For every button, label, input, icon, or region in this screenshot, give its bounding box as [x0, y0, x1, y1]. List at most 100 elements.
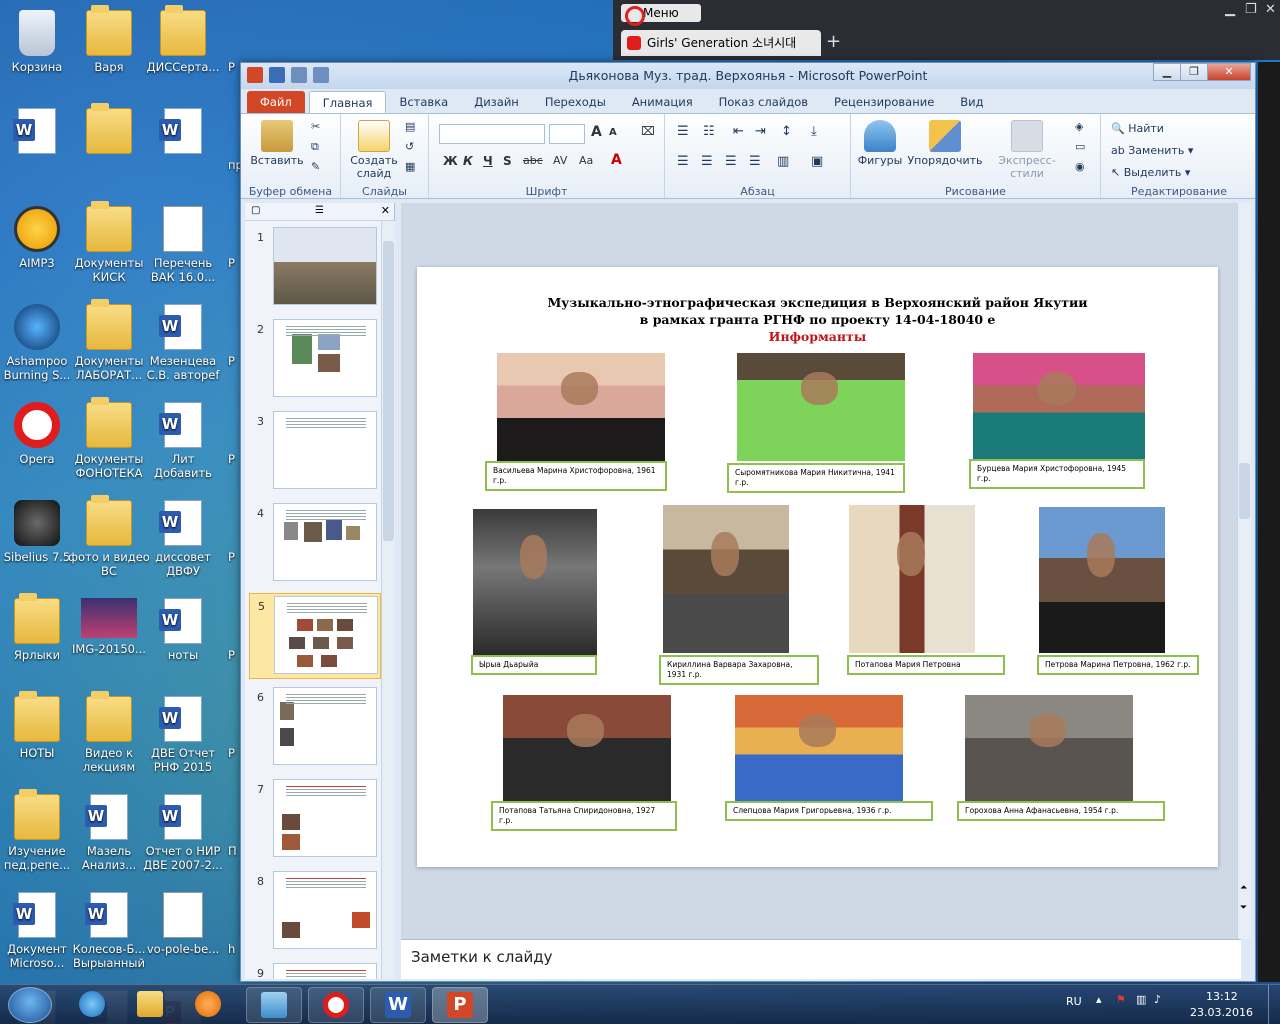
outline-tab-icon[interactable]: ☰	[315, 205, 324, 216]
language-indicator[interactable]: RU	[1066, 995, 1082, 1008]
informant-photo[interactable]	[737, 353, 905, 461]
smartart-icon[interactable]: ▣	[811, 154, 823, 169]
indent-increase-icon[interactable]: ⇥	[755, 124, 766, 139]
taskbar-word[interactable]: W	[370, 987, 426, 1023]
new-tab-button[interactable]: +	[826, 30, 841, 54]
cut-icon[interactable]: ✂	[311, 120, 320, 133]
shrink-font-icon[interactable]: A	[609, 127, 617, 138]
desktop-icon[interactable]: Opera	[0, 396, 78, 482]
desktop-icon[interactable]: Видео к лекциям	[68, 690, 150, 776]
tab-insert[interactable]: Вставка	[386, 91, 461, 113]
taskbar-powerpoint[interactable]: P	[432, 987, 488, 1023]
slide-thumbnail[interactable]: 6	[249, 685, 381, 771]
desktop-icon[interactable]	[68, 102, 150, 188]
desktop-icon[interactable]: Мезенцева С.В. авторef	[142, 298, 224, 384]
justify-icon[interactable]: ☰	[749, 154, 761, 169]
find-button[interactable]: 🔍 Найти	[1111, 122, 1164, 135]
slide-thumbnail[interactable]: 8	[249, 869, 381, 955]
indent-decrease-icon[interactable]: ⇤	[733, 124, 744, 139]
tab-transitions[interactable]: Переходы	[532, 91, 619, 113]
notes-pane[interactable]: Заметки к слайду	[401, 939, 1241, 979]
tab-slideshow[interactable]: Показ слайдов	[706, 91, 821, 113]
opera-menu-button[interactable]: Меню	[621, 4, 701, 26]
slide-thumbnail[interactable]: 5	[249, 593, 381, 679]
desktop-icon[interactable]: Изучение пед.репе...	[0, 788, 78, 874]
slide-thumbnail[interactable]: 1	[249, 225, 381, 311]
desktop-icon[interactable]: Варя	[68, 4, 150, 90]
numbering-icon[interactable]: ☷	[703, 124, 715, 139]
desktop-icon[interactable]: ДВЕ Отчет РНФ 2015	[142, 690, 224, 776]
select-button[interactable]: ↖ Выделить ▾	[1111, 166, 1190, 179]
close-pane-icon[interactable]: ✕	[381, 204, 390, 217]
italic-button[interactable]: К	[463, 154, 473, 168]
align-left-icon[interactable]: ☰	[677, 154, 689, 169]
start-button[interactable]	[8, 987, 52, 1023]
desktop-icon[interactable]: Ярлыки	[0, 592, 78, 678]
desktop-icon[interactable]: Документы ФОНОТЕКА	[68, 396, 150, 482]
desktop-icon[interactable]: vo-pole-be...	[142, 886, 224, 972]
desktop-icon[interactable]: Отчет о НИР ДВЕ 2007-2...	[142, 788, 224, 874]
replace-button[interactable]: ab Заменить ▾	[1111, 144, 1193, 157]
section-icon[interactable]: ▦	[405, 160, 415, 173]
desktop-icon[interactable]: фото и видео ВС	[68, 494, 150, 580]
desktop-icon[interactable]: AIMP3	[0, 200, 78, 286]
desktop-icon[interactable]: Документ Microso...	[0, 886, 78, 972]
tab-review[interactable]: Рецензирование	[821, 91, 947, 113]
slide-thumbnail[interactable]: 7	[249, 777, 381, 863]
thumbnails-scrollbar[interactable]	[381, 221, 395, 979]
slides-tab-icon[interactable]: ▢	[251, 205, 260, 216]
slide-thumbnail[interactable]: 3	[249, 409, 381, 495]
desktop-icon[interactable]: Корзина	[0, 4, 78, 90]
tab-home[interactable]: Главная	[308, 91, 387, 113]
change-case-button[interactable]: Aa	[579, 154, 593, 167]
taskbar-remote[interactable]	[246, 987, 302, 1023]
underline-button[interactable]: Ч	[483, 154, 493, 168]
close-icon[interactable]: ✕	[1265, 2, 1276, 17]
font-name-combo[interactable]	[439, 124, 545, 144]
editor-scroll-thumb[interactable]	[1239, 463, 1250, 519]
thumbnails-scroll-thumb[interactable]	[383, 241, 394, 541]
align-center-icon[interactable]: ☰	[701, 154, 713, 169]
shape-outline-icon[interactable]: ▭	[1075, 140, 1085, 153]
clock-time[interactable]: 13:12	[1206, 990, 1238, 1003]
tab-animation[interactable]: Анимация	[619, 91, 706, 113]
tab-file[interactable]: Файл	[247, 91, 305, 113]
shapes-button[interactable]: Фигуры	[857, 120, 903, 167]
desktop-icon[interactable]: Документы КИСК	[68, 200, 150, 286]
maximize-icon[interactable]: ❐	[1245, 2, 1257, 17]
reset-icon[interactable]: ↺	[405, 140, 414, 153]
font-color-button[interactable]: A	[611, 152, 622, 168]
shadow-button[interactable]: S	[503, 154, 512, 168]
volume-icon[interactable]: ♪	[1154, 993, 1161, 1006]
desktop-icon[interactable]: Мазель Анализ...	[68, 788, 150, 874]
bold-button[interactable]: Ж	[443, 154, 458, 168]
network-icon[interactable]: ▥	[1136, 993, 1146, 1006]
desktop-icon[interactable]: Ashampoo Burning S...	[0, 298, 78, 384]
bullets-icon[interactable]: ☰	[677, 124, 689, 139]
slide-thumbnail[interactable]: 4	[249, 501, 381, 587]
slide-thumbnail[interactable]: 2	[249, 317, 381, 403]
taskbar-opera[interactable]	[308, 987, 364, 1023]
align-right-icon[interactable]: ☰	[725, 154, 737, 169]
paste-button[interactable]: Вставить	[247, 120, 307, 167]
browser-tab[interactable]: Girls' Generation 소녀시대	[621, 30, 821, 56]
informant-photo[interactable]	[1039, 507, 1165, 653]
tray-arrow-icon[interactable]: ▴	[1096, 993, 1102, 1006]
desktop-icon[interactable]: ДИССерта...	[142, 4, 224, 90]
grow-font-icon[interactable]: A	[591, 124, 602, 140]
desktop-icon[interactable]: диссовет ДВФУ	[142, 494, 224, 580]
informant-photo[interactable]	[973, 353, 1145, 461]
slide-thumbnail[interactable]: 9	[249, 961, 381, 979]
desktop-icon[interactable]: Документы ЛАБОРАТ...	[68, 298, 150, 384]
quick-styles-button[interactable]: Экспресс-стили	[985, 120, 1069, 180]
informant-photo[interactable]	[663, 505, 789, 653]
desktop-icon[interactable]	[142, 102, 224, 188]
informant-photo[interactable]	[497, 353, 665, 461]
desktop-icon[interactable]: НОТЫ	[0, 690, 78, 776]
desktop-icon[interactable]	[0, 102, 78, 188]
maximize-button[interactable]: ❐	[1180, 63, 1208, 81]
informant-photo[interactable]	[965, 695, 1133, 803]
shape-fill-icon[interactable]: ◈	[1075, 120, 1083, 133]
strikethrough-button[interactable]: abc	[523, 154, 543, 167]
copy-icon[interactable]: ⧉	[311, 140, 319, 154]
